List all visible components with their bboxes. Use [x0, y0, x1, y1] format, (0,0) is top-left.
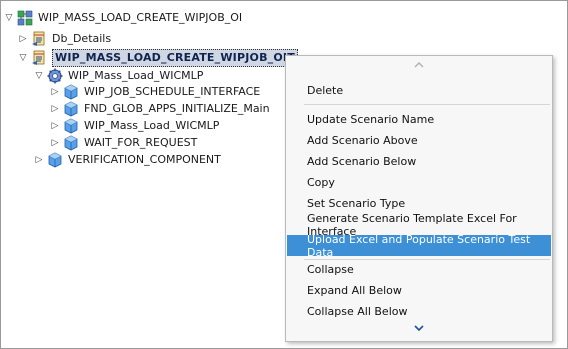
menu-item-add-scenario-below[interactable]: Add Scenario Below	[287, 151, 551, 172]
tree-node-label: WIP_MASS_LOAD_CREATE_WIPJOB_OI	[38, 11, 243, 24]
menu-separator	[304, 104, 550, 105]
chevron-down-icon	[414, 321, 424, 334]
expand-toggle-icon[interactable]: ▽	[34, 68, 44, 84]
tree-node-step[interactable]: ▷ FND_GLOB_APPS_INITIALIZE_Main	[50, 101, 270, 117]
chevron-up-icon	[414, 58, 424, 71]
component-gear-icon	[47, 68, 63, 84]
tree-node-step[interactable]: ▷ WAIT_FOR_REQUEST	[50, 135, 197, 151]
expand-toggle-icon[interactable]: ▽	[18, 50, 28, 66]
expand-toggle-icon[interactable]: ▷	[50, 84, 60, 100]
tree-node-label: WIP_Mass_Load_WICMLP	[68, 69, 204, 82]
expand-toggle-icon[interactable]: ▽	[4, 10, 14, 26]
cube-icon	[63, 135, 79, 151]
scenario-icon	[31, 31, 47, 47]
cube-icon	[47, 152, 63, 168]
cube-icon	[63, 118, 79, 134]
tree-node-step[interactable]: ▷ WIP_JOB_SCHEDULE_INTERFACE	[50, 84, 260, 100]
tree-node-component[interactable]: ▽ WIP_Mass_Load_WICMLP	[34, 68, 203, 84]
tree-node-label: WAIT_FOR_REQUEST	[84, 136, 198, 149]
cube-icon	[63, 101, 79, 117]
tree-node-db-details[interactable]: ▷ Db_Details	[18, 31, 111, 47]
context-menu: Delete Update Scenario Name Add Scenario…	[285, 55, 553, 342]
scenario-icon	[31, 50, 47, 66]
menu-item-add-scenario-above[interactable]: Add Scenario Above	[287, 130, 551, 151]
menu-item-upload-excel[interactable]: Upload Excel and Populate Scenario Test …	[287, 233, 551, 259]
expand-toggle-icon[interactable]: ▷	[34, 152, 44, 168]
tree-node-root[interactable]: ▽ WIP_MASS_LOAD_CREATE_WIPJOB_OI	[4, 10, 242, 26]
tree-node-label: WIP_Mass_Load_WICMLP	[84, 119, 220, 132]
tree-node-verification[interactable]: ▷ VERIFICATION_COMPONENT	[34, 152, 221, 168]
tree-node-selected-scenario[interactable]: ▽ WIP_MASS_LOAD_CREATE_WIPJOB_OIT	[18, 49, 298, 67]
menu-item-copy[interactable]: Copy	[287, 172, 551, 193]
expand-toggle-icon[interactable]: ▷	[50, 118, 60, 134]
tree-node-step[interactable]: ▷ WIP_Mass_Load_WICMLP	[50, 118, 219, 134]
tree-node-label: FND_GLOB_APPS_INITIALIZE_Main	[84, 102, 270, 115]
tree-node-label: VERIFICATION_COMPONENT	[68, 153, 221, 166]
menu-item-collapse[interactable]: Collapse	[287, 259, 551, 280]
expand-toggle-icon[interactable]: ▷	[18, 31, 28, 47]
cube-icon	[63, 84, 79, 100]
tree-node-label: Db_Details	[52, 32, 112, 45]
menu-item-update-scenario-name[interactable]: Update Scenario Name	[287, 109, 551, 130]
tree-node-label: WIP_MASS_LOAD_CREATE_WIPJOB_OIT	[52, 49, 298, 67]
expand-toggle-icon[interactable]: ▷	[50, 101, 60, 117]
menu-item-expand-all-below[interactable]: Expand All Below	[287, 280, 551, 301]
scenario-group-icon	[17, 10, 33, 26]
menu-item-delete[interactable]: Delete	[287, 80, 551, 101]
expand-toggle-icon[interactable]: ▷	[50, 135, 60, 151]
tree-node-label: WIP_JOB_SCHEDULE_INTERFACE	[84, 85, 261, 98]
menu-item-collapse-all-below[interactable]: Collapse All Below	[287, 301, 551, 322]
menu-scroll-up[interactable]	[286, 57, 552, 71]
menu-scroll-down[interactable]	[286, 320, 552, 334]
